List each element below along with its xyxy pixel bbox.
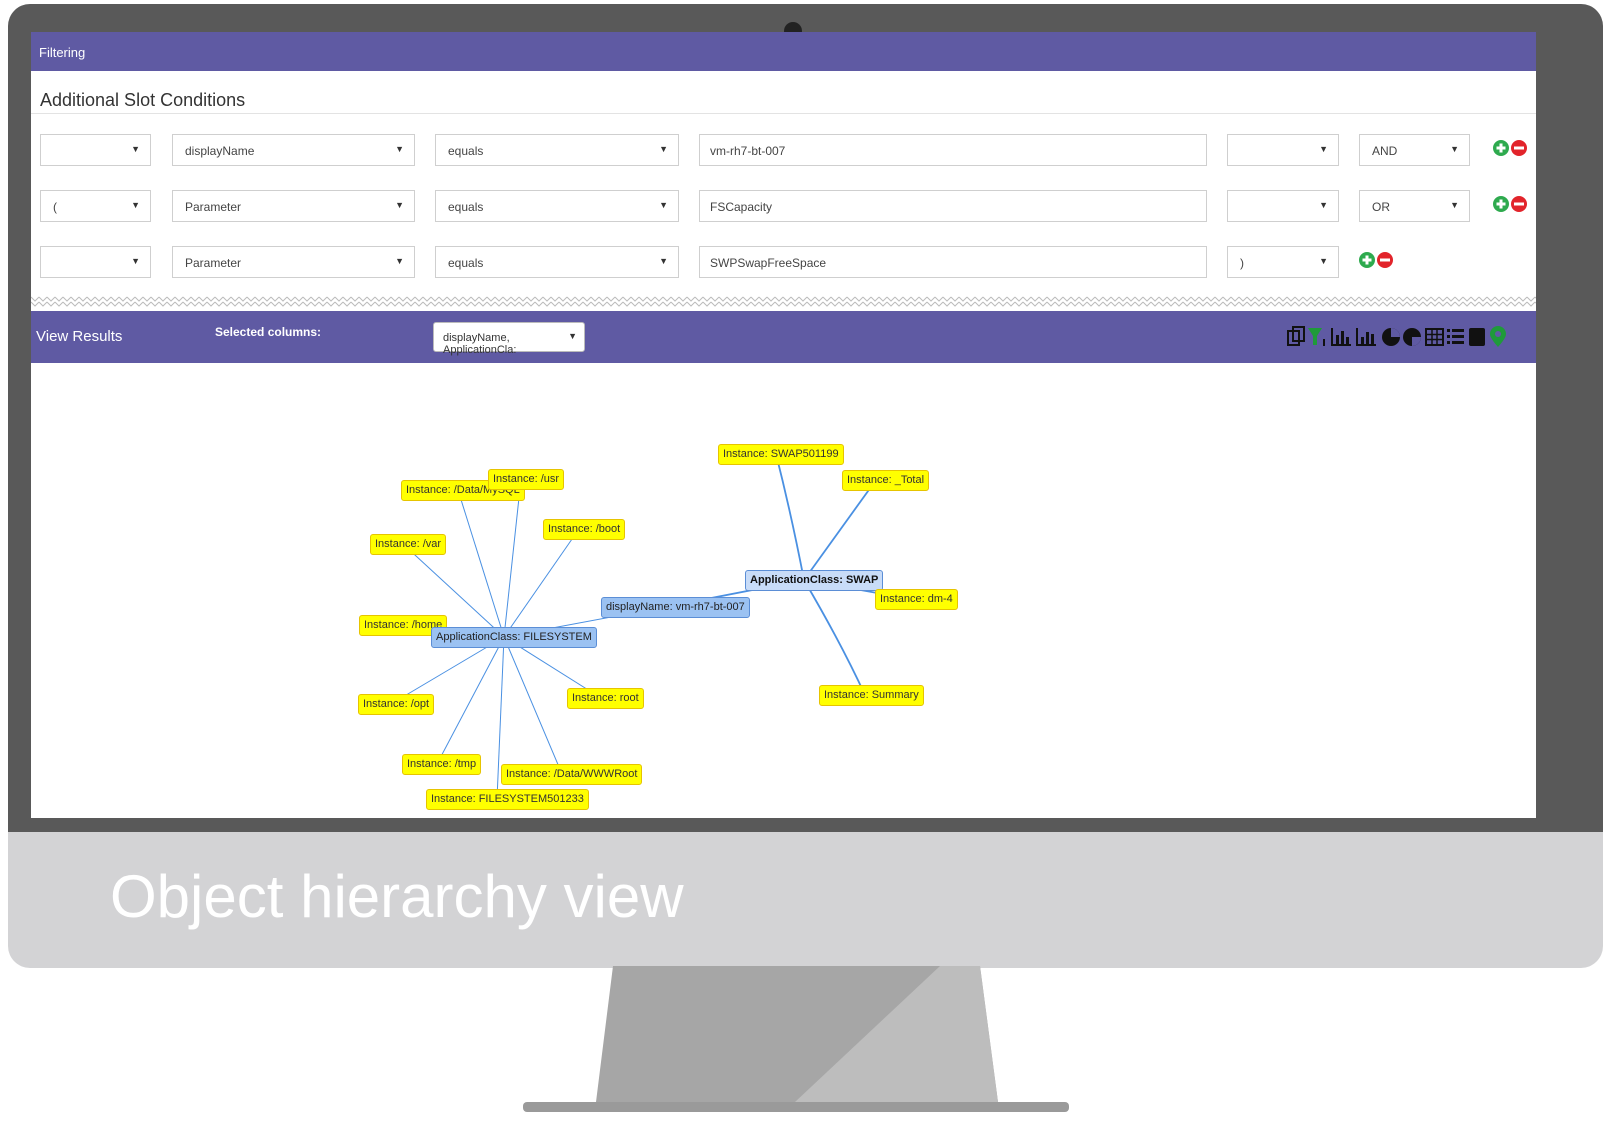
instance-node[interactable]: Instance: FILESYSTEM501233 [426, 789, 589, 810]
caption: Object hierarchy view [110, 863, 684, 930]
resize-divider[interactable] [31, 294, 1536, 308]
bar-chart-alt-icon[interactable] [1356, 328, 1376, 346]
pie-chart-icon[interactable] [1382, 328, 1400, 346]
edge [457, 489, 505, 638]
add-condition-icon[interactable] [1359, 252, 1375, 268]
open-paren-select[interactable]: ▼ [40, 246, 151, 278]
remove-condition-icon[interactable] [1511, 140, 1527, 156]
instance-node[interactable]: Instance: /usr [488, 469, 565, 490]
instance-node[interactable]: Instance: /Data/WWWRoot [501, 764, 643, 785]
open-paren-select[interactable]: (▼ [40, 190, 151, 222]
square-icon[interactable] [1469, 328, 1485, 346]
app-screen: Filtering Additional Slot Conditions ▼ d… [31, 32, 1536, 818]
logic-select[interactable]: OR ▼ [1359, 190, 1470, 222]
edge [503, 478, 522, 638]
instance-node[interactable]: Instance: Summary [819, 685, 924, 706]
selected-columns-dropdown[interactable]: displayName, ApplicationCla: ▼ [433, 322, 585, 356]
swap-class-node[interactable]: ApplicationClass: SWAP [745, 570, 884, 591]
results-title: View Results [36, 328, 123, 345]
value-input[interactable]: SWPSwapFreeSpace [699, 246, 1207, 278]
root-node[interactable]: displayName: vm-rh7-bt-007 [601, 597, 750, 618]
list-icon[interactable] [1447, 329, 1464, 344]
remove-condition-icon[interactable] [1511, 196, 1527, 212]
close-paren-select[interactable]: ▼ [1227, 134, 1339, 166]
add-remove-controls [1493, 140, 1527, 156]
instance-node[interactable]: Instance: /boot [543, 519, 626, 540]
operator-select[interactable]: equals ▼ [435, 246, 679, 278]
value-input[interactable]: FSCapacity [699, 190, 1207, 222]
bar-chart-icon[interactable] [1331, 328, 1351, 346]
close-paren-select[interactable]: ▼ [1227, 190, 1339, 222]
selected-columns-label: Selected columns: [215, 325, 322, 339]
view-toolbar [1287, 326, 1506, 347]
edge [436, 636, 505, 765]
logic-select[interactable]: AND ▼ [1359, 134, 1470, 166]
value-input[interactable]: vm-rh7-bt-007 [699, 134, 1207, 166]
field-select[interactable]: displayName ▼ [172, 134, 415, 166]
add-remove-controls [1359, 252, 1393, 268]
close-paren-select[interactable]: ) ▼ [1227, 246, 1339, 278]
open-paren-select[interactable]: ▼ [40, 134, 151, 166]
map-pin-icon[interactable] [1490, 326, 1506, 347]
instance-node[interactable]: Instance: SWAP501199 [718, 444, 844, 465]
field-select[interactable]: Parameter ▼ [172, 190, 415, 222]
instance-node[interactable]: Instance: dm-4 [875, 589, 958, 610]
pie-chart-alt-icon[interactable] [1403, 328, 1421, 346]
results-header: View Results Selected columns: displayNa… [31, 311, 1536, 363]
field-select[interactable]: Parameter ▼ [172, 246, 415, 278]
edge [503, 528, 580, 638]
edge [775, 453, 805, 581]
section-title: Additional Slot Conditions [40, 90, 246, 110]
operator-select[interactable]: equals ▼ [435, 134, 679, 166]
edge [803, 479, 877, 581]
filesystem-class-node[interactable]: ApplicationClass: FILESYSTEM [431, 627, 597, 648]
add-remove-controls [1493, 196, 1527, 212]
filtering-title: Filtering [39, 45, 86, 60]
instance-node[interactable]: Instance: /tmp [402, 754, 482, 775]
hierarchy-graph: Instance: /Data/MySQL Instance: /usr Ins… [31, 363, 1536, 818]
remove-condition-icon[interactable] [1377, 252, 1393, 268]
copy-icon[interactable] [1287, 326, 1305, 346]
add-condition-icon[interactable] [1493, 140, 1509, 156]
instance-node[interactable]: Instance: _Total [842, 470, 930, 491]
instance-node[interactable]: Instance: root [567, 688, 644, 709]
filter-icon[interactable] [1308, 328, 1325, 346]
edge [503, 636, 563, 775]
table-icon[interactable] [1425, 328, 1444, 346]
instance-node[interactable]: Instance: /opt [358, 694, 435, 715]
divider [31, 113, 1536, 114]
filtering-header: Filtering [31, 32, 1536, 71]
monitor-stand [523, 966, 1069, 1112]
add-condition-icon[interactable] [1493, 196, 1509, 212]
edge [803, 579, 866, 696]
instance-node[interactable]: Instance: /var [370, 534, 447, 555]
operator-select[interactable]: equals ▼ [435, 190, 679, 222]
